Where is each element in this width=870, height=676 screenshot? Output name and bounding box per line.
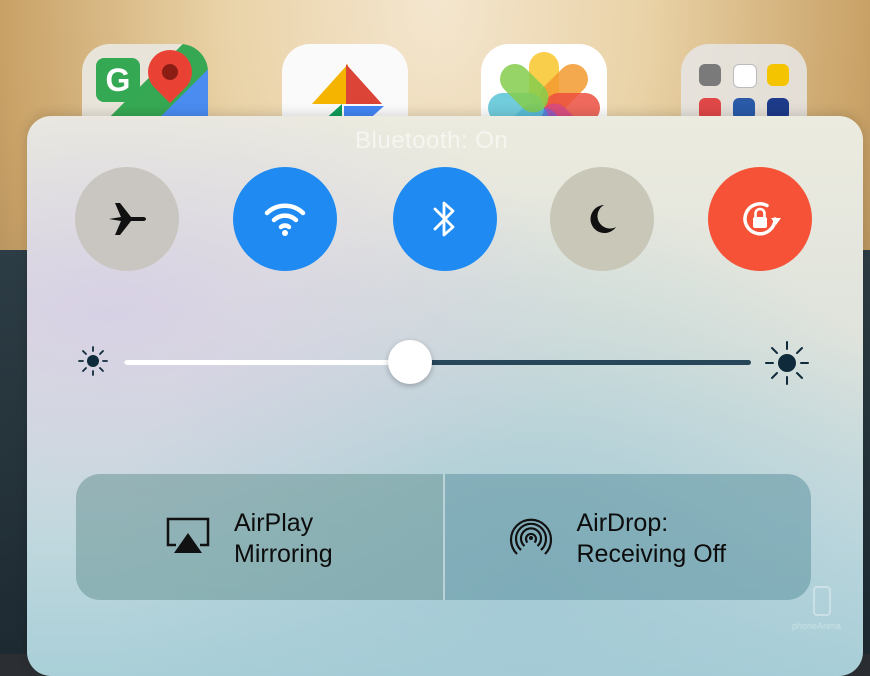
airdrop-button[interactable]: AirDrop: Receiving Off	[442, 474, 811, 600]
airplay-label-line1: AirPlay	[234, 509, 314, 537]
brightness-slider[interactable]	[124, 340, 751, 384]
brightness-slider-fill	[124, 360, 410, 365]
airdrop-label: AirDrop: Receiving Off	[577, 508, 727, 570]
maps-g-letter: G	[96, 58, 140, 102]
sun-small-icon	[78, 346, 108, 376]
airdrop-icon	[509, 518, 552, 555]
quick-actions-group: AirPlay Mirroring AirDrop: Receiving Off	[76, 474, 811, 600]
moon-icon	[590, 205, 616, 233]
bluetooth-toggle[interactable]	[393, 167, 497, 271]
rotation-lock-toggle[interactable]	[708, 167, 812, 271]
airplane-icon	[109, 203, 146, 235]
airplane-mode-toggle[interactable]	[75, 167, 179, 271]
airplay-mirroring-button[interactable]: AirPlay Mirroring	[76, 474, 443, 600]
bluetooth-icon	[433, 201, 455, 237]
airdrop-label-line2: Receiving Off	[576, 540, 727, 568]
airplay-label-line2: Mirroring	[234, 540, 333, 568]
do-not-disturb-toggle[interactable]	[550, 167, 654, 271]
wifi-toggle[interactable]	[233, 167, 337, 271]
airplay-label: AirPlay Mirroring	[234, 508, 333, 570]
airplay-icon	[166, 517, 210, 553]
map-pin-icon	[138, 44, 202, 104]
sun-large-icon	[765, 341, 809, 385]
wifi-icon	[264, 203, 306, 236]
watermark-logo: phoneArena	[792, 585, 852, 645]
brightness-slider-knob[interactable]	[387, 340, 432, 384]
airdrop-label-line1: AirDrop:	[576, 509, 669, 537]
watermark-text: phoneArena	[792, 621, 842, 631]
rotation-lock-icon	[743, 202, 781, 236]
bluetooth-status-overlay: Bluetooth: On	[355, 127, 509, 154]
